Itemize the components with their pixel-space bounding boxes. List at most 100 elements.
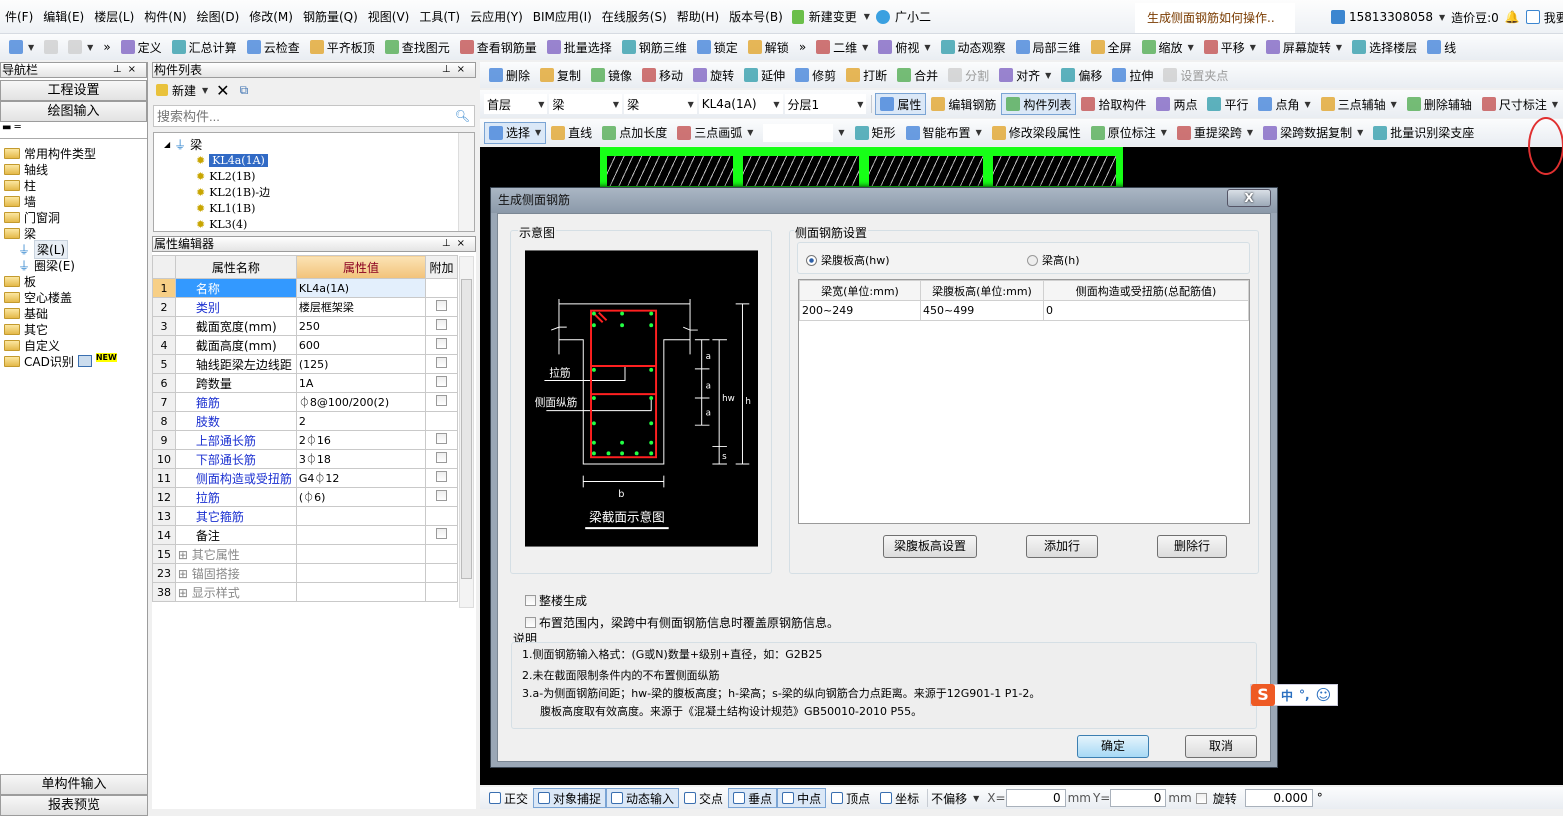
checkbox-icon[interactable] xyxy=(525,617,536,628)
nav-tree-item[interactable]: ⏚ 梁(L) xyxy=(0,239,147,259)
two-point-button[interactable]: 两点 xyxy=(1151,93,1202,115)
chevron-down-icon[interactable]: ▼ xyxy=(28,43,34,52)
component-item[interactable]: ✹ KL2(1B)-边 xyxy=(154,184,474,200)
chevron-down-icon[interactable]: ▼ xyxy=(1250,43,1256,52)
property-value[interactable]: G4⏀12 xyxy=(295,468,427,488)
menu-item[interactable]: 帮助(H) xyxy=(672,0,724,34)
fullscreen-button[interactable]: 全屏 xyxy=(1086,36,1137,58)
component-search-input[interactable] xyxy=(154,106,455,126)
cell-side-rebar[interactable]: 0 xyxy=(1043,300,1249,321)
local-3d-button[interactable]: 局部三维 xyxy=(1011,36,1086,58)
binoculars-button[interactable]: 查找图元 xyxy=(380,36,455,58)
modify-segment-button[interactable]: 修改梁段属性 xyxy=(987,122,1086,144)
nav-tree-item[interactable]: 自定义 xyxy=(0,337,147,353)
nav-tree-item[interactable]: 柱 xyxy=(0,177,147,193)
tree-expand-collapse-icons[interactable]: ▬ ═ xyxy=(0,122,147,138)
chevron-down-icon[interactable]: ▼ xyxy=(973,794,979,803)
top-view-button[interactable]: 俯视 ▼ xyxy=(873,36,935,58)
align-slab-button[interactable]: 平齐板顶 xyxy=(305,36,380,58)
property-value[interactable] xyxy=(295,544,427,564)
menu-item[interactable]: 楼层(L) xyxy=(89,0,139,34)
menu-item[interactable]: 在线服务(S) xyxy=(597,0,672,34)
chevron-down-icon[interactable]: ▼ xyxy=(688,100,694,109)
nav-tree-item[interactable]: 其它 xyxy=(0,321,147,337)
copy-icon[interactable]: ⧉ xyxy=(240,83,249,98)
chevron-down-icon[interactable]: ▼ xyxy=(1391,100,1397,109)
break-button[interactable]: 打断 xyxy=(841,64,892,86)
bell-icon[interactable]: 🔔 xyxy=(1505,10,1520,24)
overflow-button[interactable]: » xyxy=(98,36,115,58)
x-input[interactable]: 0 xyxy=(1005,789,1066,807)
property-value[interactable]: 3⏀18 xyxy=(295,449,427,469)
dynamic-input-toggle[interactable]: 动态输入 xyxy=(606,788,680,808)
rotate-button[interactable]: 旋转 xyxy=(688,64,739,86)
property-scrollbar[interactable] xyxy=(459,256,474,608)
menu-item[interactable]: 钢筋量(Q) xyxy=(298,0,363,34)
dimension-button[interactable]: 尺寸标注 ▼ xyxy=(1477,93,1563,115)
close-button[interactable]: X xyxy=(1227,189,1271,207)
batch-select-button[interactable]: 批量选择 xyxy=(542,36,617,58)
project-settings-button[interactable]: 工程设置 xyxy=(0,80,147,101)
feedback-button[interactable]: 我要建 xyxy=(1544,9,1563,26)
sigma-button[interactable]: 汇总计算 xyxy=(167,36,242,58)
chevron-down-icon[interactable]: ▼ xyxy=(1357,128,1363,137)
new-component-button[interactable]: 新建 xyxy=(172,82,196,99)
orbit-button[interactable]: 动态观察 xyxy=(936,36,1011,58)
component-item[interactable]: ✹ KL3(4) xyxy=(154,216,474,232)
align-button[interactable]: 对齐 ▼ xyxy=(994,64,1056,86)
expand-plus-icon[interactable]: ⊞ xyxy=(178,586,192,600)
radio-unchecked-icon[interactable] xyxy=(1027,254,1038,266)
chevron-down-icon[interactable]: ▼ xyxy=(535,128,541,137)
chevron-down-icon[interactable]: ▼ xyxy=(747,128,753,137)
property-row[interactable]: 3 截面宽度(mm) 250 xyxy=(152,316,458,336)
radio-web-height[interactable]: 梁腹板高(hw) xyxy=(806,252,890,268)
attach-checkbox[interactable] xyxy=(436,490,448,501)
chevron-down-icon[interactable]: ▼ xyxy=(857,100,863,109)
property-row[interactable]: 11 侧面构造或受扭筋 G4⏀12 xyxy=(152,468,458,488)
attach-checkbox[interactable] xyxy=(436,376,448,387)
rebar-3d-button[interactable]: 钢筋三维 xyxy=(617,36,692,58)
coordinate-toggle[interactable]: 坐标 xyxy=(875,788,924,808)
ok-button[interactable]: 确定 xyxy=(1077,735,1149,758)
property-row[interactable]: 1 名称 KL4a(1A) xyxy=(152,278,458,298)
move-button[interactable]: 移动 xyxy=(637,64,688,86)
pin-close-icons[interactable]: ⊥× xyxy=(113,63,146,77)
attach-checkbox[interactable] xyxy=(436,471,448,482)
chevron-down-icon[interactable]: ▼ xyxy=(613,100,619,109)
nav-tree-item[interactable]: 基础 xyxy=(0,305,147,321)
new-change-menu[interactable]: 新建变更 xyxy=(804,0,862,34)
account-menu[interactable]: 15813308058 xyxy=(1349,10,1433,24)
attach-checkbox[interactable] xyxy=(436,357,448,368)
attach-checkbox[interactable] xyxy=(436,528,448,539)
cell-web-height[interactable]: 450~499 xyxy=(920,300,1044,321)
nav-tree-item[interactable]: CAD识别 NEW xyxy=(0,352,147,369)
ime-mode[interactable]: 中 xyxy=(1281,687,1293,704)
property-row[interactable]: 8 肢数 2 xyxy=(152,411,458,431)
property-value[interactable]: (⏀6) xyxy=(295,487,427,507)
smart-layout-button[interactable]: 智能布置 ▼ xyxy=(901,122,987,144)
chevron-down-icon[interactable]: ▼ xyxy=(1552,100,1558,109)
search-icon[interactable]: 🔍︎ xyxy=(455,109,474,123)
single-input-button[interactable]: 单构件输入 xyxy=(0,774,148,795)
property-row[interactable]: 23 ⊞ 锚固搭接 xyxy=(152,563,458,583)
property-row[interactable]: 6 跨数量 1A xyxy=(152,373,458,393)
perpendicular-toggle[interactable]: 垂点 xyxy=(728,788,778,808)
blank-select[interactable] xyxy=(763,123,834,142)
chevron-down-icon[interactable]: ▼ xyxy=(1188,43,1194,52)
wireframe-button[interactable]: 线 xyxy=(1422,36,1461,58)
table-row[interactable]: 200~249 450~499 0 xyxy=(799,300,1249,321)
select-floor-button[interactable]: 选择楼层 xyxy=(1347,36,1422,58)
property-row[interactable]: 12 拉筋 (⏀6) xyxy=(152,487,458,507)
extend-button[interactable]: 延伸 xyxy=(739,64,790,86)
property-row[interactable]: 14 备注 xyxy=(152,525,458,545)
lock-button[interactable]: 锁定 xyxy=(692,36,743,58)
unlock-button[interactable]: 解锁 xyxy=(743,36,794,58)
property-value[interactable]: 2 xyxy=(295,411,427,431)
component-list-button[interactable]: 构件列表 xyxy=(1001,93,1077,115)
attach-checkbox[interactable] xyxy=(436,300,448,311)
rotate-checkbox[interactable] xyxy=(1195,792,1207,804)
parallel-button[interactable]: 平行 xyxy=(1202,93,1253,115)
trim-button[interactable]: 修剪 xyxy=(790,64,841,86)
chevron-down-icon[interactable]: ▼ xyxy=(838,128,844,137)
chevron-down-icon[interactable]: ▼ xyxy=(862,43,868,52)
